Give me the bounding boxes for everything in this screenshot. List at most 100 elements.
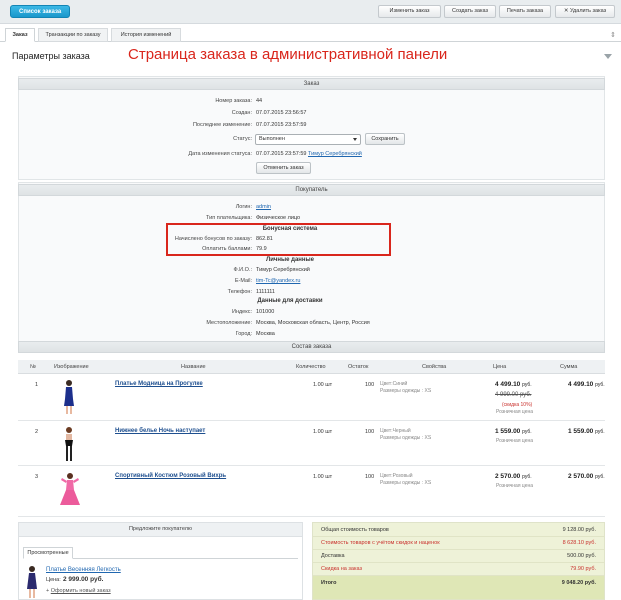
delivery-label: Доставка: [321, 553, 345, 559]
row-price: 1 559.00 руб.: [495, 428, 532, 435]
row-sum-value: 2 570.00: [568, 473, 594, 480]
composition-section-bar: Состав заказа: [18, 341, 605, 353]
status-user-link[interactable]: Тимур Серебрянский: [308, 151, 362, 157]
col-name: Название: [181, 364, 206, 370]
total-goods-value: 9 128.00 руб.: [562, 527, 596, 533]
new-order-link[interactable]: + Оформить новый заказ: [46, 588, 111, 594]
tab-history[interactable]: История изменений: [111, 28, 181, 42]
row-quantity: 1.00 шт: [313, 429, 333, 435]
tab-transactions[interactable]: Транзакции по заказу: [38, 28, 108, 42]
row-number: 3: [35, 474, 39, 480]
row-quantity: 1.00 шт: [313, 382, 333, 388]
bonus-highlight-frame: [166, 223, 391, 256]
col-price: Цена: [493, 364, 507, 370]
row-prop-size: Размеры одежды : XS: [380, 480, 432, 486]
create-order-button[interactable]: Создать заказ: [444, 5, 496, 18]
row-quantity: 1.00 шт: [313, 474, 333, 480]
row-sum-value: 1 559.00: [568, 428, 594, 435]
row-stock: 100: [365, 382, 375, 388]
order-number-label: Номер заказа:: [215, 98, 252, 104]
tab-viewed[interactable]: Просмотренные: [23, 547, 73, 559]
row-price-note: Розничная цена: [496, 483, 534, 489]
status-date: 07.07.2015 23:57:59 Тимур Серебрянский: [256, 151, 362, 157]
product-thumbnail[interactable]: [60, 426, 78, 462]
email-label: E-Mail:: [234, 278, 252, 284]
grand-total-label: Итого: [321, 580, 337, 586]
page-title: Параметры заказа: [12, 51, 90, 61]
order-discount-label: Скидка на заказ: [321, 566, 363, 572]
recommended-product-thumbnail[interactable]: [25, 565, 39, 599]
tab-order[interactable]: Заказ: [5, 28, 35, 42]
status-select[interactable]: Выполнен: [255, 134, 361, 145]
row-number: 2: [35, 429, 39, 435]
total-discounted-row: Стоимость товаров с учётом скидок и наце…: [313, 537, 604, 550]
index-label: Индекс:: [231, 309, 252, 315]
order-number: 44: [256, 98, 263, 104]
col-stock: Остаток: [348, 364, 369, 370]
chevron-down-icon: [353, 138, 357, 141]
recommendations-title: Предложите покупателю: [19, 523, 302, 537]
modified-label: Последнее изменение:: [192, 122, 252, 128]
delete-order-button[interactable]: ✕ Удалить заказ: [555, 5, 615, 18]
order-panel: [18, 76, 605, 180]
cancel-order-button[interactable]: Отменить заказ: [256, 162, 311, 174]
recommended-product-link[interactable]: Платье Весенняя Легкость: [46, 567, 121, 573]
row-price-currency: руб.: [522, 382, 532, 388]
row-sum: 2 570.00 руб.: [568, 473, 605, 480]
delete-order-label: Удалить заказ: [569, 8, 607, 14]
row-price-value: 2 570.00: [495, 473, 521, 480]
status-date-value: 07.07.2015 23:57:59: [256, 151, 307, 157]
payer-type-value: Физическое лицо: [256, 215, 301, 221]
order-list-button[interactable]: Список заказа: [10, 5, 71, 18]
row-prop-size: Размеры одежды : XS: [380, 435, 432, 441]
row-prop-color: Цвет:Синий: [380, 381, 408, 387]
row-prop-color: Цвет:Розовый: [380, 473, 413, 479]
row-old-price-currency: руб.: [520, 392, 532, 398]
row-old-price: 4 999.00 руб.: [495, 392, 531, 398]
login-link[interactable]: admin: [256, 204, 271, 210]
row-sum-currency: руб.: [595, 429, 605, 435]
row-old-price-value: 4 999.00: [495, 392, 519, 398]
row-stock: 100: [365, 474, 375, 480]
col-image: Изображение: [54, 364, 89, 370]
row-discount: (скидка 10%): [502, 402, 533, 408]
new-order-label: Оформить новый заказ: [50, 588, 111, 594]
delivery-heading: Данные для доставки: [257, 298, 323, 304]
order-totals: Общая стоимость товаров 9 128.00 руб. Ст…: [312, 522, 605, 600]
pin-icon[interactable]: ⇕: [610, 31, 616, 39]
row-stock: 100: [365, 429, 375, 435]
row-price-currency: руб.: [522, 429, 532, 435]
row-number: 1: [35, 382, 39, 388]
save-status-button[interactable]: Сохранить: [365, 133, 405, 145]
buyer-section-bar: Покупатель: [18, 184, 605, 196]
product-name-link[interactable]: Платье Модница на Прогулке: [115, 381, 203, 387]
personal-data-heading: Личные данные: [266, 257, 314, 263]
table-row: 1 Платье Модница на Прогулке 1.00 шт 100…: [18, 375, 605, 421]
product-thumbnail[interactable]: [60, 379, 78, 415]
tab-strip: Заказ Транзакции по заказу История измен…: [0, 28, 621, 42]
row-price: 4 499.10 руб.: [495, 381, 532, 388]
index-value: 101000: [256, 309, 275, 315]
row-prop-size: Размеры одежды : XS: [380, 388, 432, 394]
edit-order-button[interactable]: Изменить заказ: [378, 5, 441, 18]
phone-value: 1111111: [256, 289, 275, 295]
grand-total-row: Итого 9 048.20 руб.: [313, 576, 604, 600]
product-name-link[interactable]: Спортивный Костюм Розовый Вихрь: [115, 473, 226, 479]
phone-label: Телефон:: [227, 289, 252, 295]
annotation-caption: Страница заказа в административной панел…: [128, 46, 448, 63]
row-price-value: 4 499.10: [495, 381, 521, 388]
created-label: Создан:: [231, 110, 252, 116]
print-order-button[interactable]: Печать заказа: [499, 5, 551, 18]
row-price-note: Розничная цена: [496, 409, 534, 415]
email-link[interactable]: tim-Tc@yandex.ru: [256, 278, 300, 284]
collapse-arrow-icon[interactable]: [604, 54, 612, 59]
product-name-link[interactable]: Нижнее белье Ночь наступает: [115, 428, 205, 434]
row-sum-value: 4 499.10: [568, 381, 594, 388]
city-value: Москва: [256, 331, 275, 337]
total-goods-label: Общая стоимость товаров: [321, 527, 389, 533]
order-section-bar: Заказ: [18, 78, 605, 90]
city-label: Город:: [235, 331, 252, 337]
order-discount-value: 79.90 руб.: [570, 566, 596, 572]
location-label: Местоположение:: [206, 320, 252, 326]
product-thumbnail[interactable]: [58, 472, 82, 508]
